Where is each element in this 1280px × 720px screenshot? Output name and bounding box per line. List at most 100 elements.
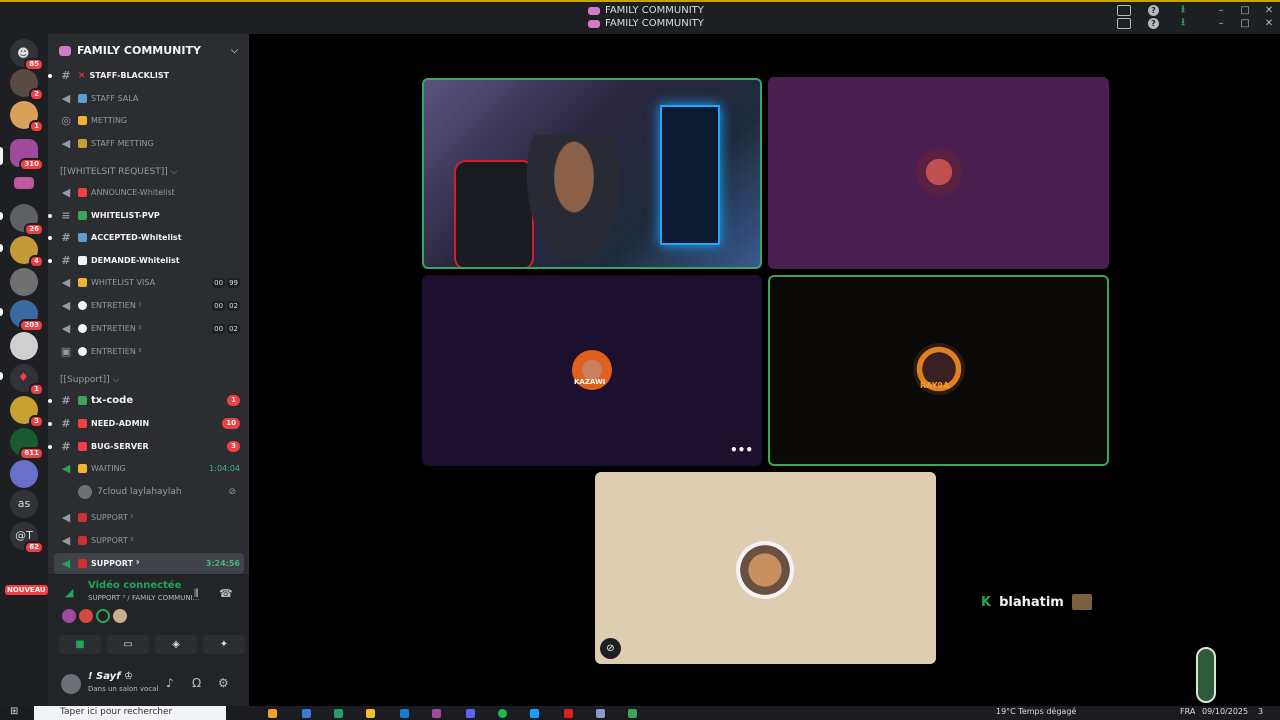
app-icon[interactable]	[302, 709, 311, 718]
app-icon[interactable]	[530, 709, 539, 718]
hidden-participant[interactable]: K blahatim	[981, 594, 1092, 610]
avatar[interactable]	[79, 609, 93, 623]
video-tile-camera[interactable]	[422, 78, 762, 269]
channel-waiting[interactable]: ◀ WAITING 1:04:04	[48, 458, 249, 479]
video-tile-avatar[interactable]: ⊘	[595, 472, 936, 664]
download-icon[interactable]: ⭳	[1176, 17, 1190, 28]
activity-button[interactable]: ◈	[155, 635, 197, 654]
weather[interactable]: 19°C Temps dégagé	[996, 707, 1076, 716]
minimize-icon[interactable]: –	[1214, 18, 1228, 29]
app-icon[interactable]	[432, 709, 441, 718]
app-icon[interactable]	[596, 709, 605, 718]
discord-app-icon[interactable]	[466, 709, 475, 718]
server-icon[interactable]: 203	[10, 300, 44, 332]
voice-location[interactable]: SUPPORT ³ / FAMILY COMMUNI...	[88, 594, 199, 602]
channel-accepted-whitelist[interactable]: # ACCEPTED-Whitelist	[48, 227, 249, 248]
disconnect-icon[interactable]: ☎	[219, 587, 233, 600]
unread-indicator	[0, 308, 3, 316]
server-icon[interactable]: 1	[10, 101, 44, 133]
server-icon-text[interactable]: @T 62	[10, 522, 44, 554]
server-icon[interactable]: 26	[10, 204, 44, 236]
channel-entretien-1[interactable]: ◀ ENTRETIEN ¹ 00 02	[48, 295, 249, 316]
headphones-icon[interactable]: Ω	[192, 676, 201, 690]
channel-need-admin[interactable]: # NEED-ADMIN 10	[48, 413, 249, 434]
avatar[interactable]	[113, 609, 127, 623]
channel-entretien-2[interactable]: ◀ ENTRETIEN ² 00 02	[48, 318, 249, 339]
server-icon[interactable]: 3	[10, 396, 44, 428]
maximize-icon[interactable]: □	[1238, 18, 1252, 29]
date[interactable]: 09/10/2025	[1202, 707, 1248, 716]
category-support[interactable]: [[Support]] ⌵	[60, 375, 119, 385]
video-tile-avatar-speaking[interactable]: RAY9A	[768, 275, 1109, 466]
home-button[interactable]: ☻ 85	[10, 39, 44, 71]
soundboard-button[interactable]: ✦	[203, 635, 245, 654]
server-icon[interactable]: 4	[10, 236, 44, 268]
server-icon[interactable]	[10, 460, 38, 488]
taskbar-search[interactable]: Taper ici pour rechercher	[34, 706, 226, 720]
channel-support-1[interactable]: ◀ SUPPORT ¹	[48, 507, 249, 528]
language[interactable]: FRA	[1180, 707, 1195, 716]
channel-bug-server[interactable]: # BUG-SERVER 3	[48, 436, 249, 457]
avatar[interactable]	[96, 609, 110, 623]
help-icon[interactable]: ?	[1148, 5, 1159, 16]
voice-member[interactable]: 7cloud laylahaylah ⊘	[78, 483, 248, 501]
minimize-icon[interactable]: –	[1214, 5, 1228, 16]
inbox-icon[interactable]	[1117, 5, 1131, 16]
channel-staff-metting[interactable]: ◀ STAFF METTING	[48, 133, 249, 154]
notification-count[interactable]: 3	[1258, 707, 1263, 716]
server-icon[interactable]: 2	[10, 69, 44, 101]
spotify-app-icon[interactable]	[498, 709, 507, 718]
more-options-icon[interactable]: •••	[730, 443, 753, 457]
channel-name: SUPPORT ²	[91, 536, 134, 545]
maximize-icon[interactable]: □	[1238, 5, 1252, 16]
inbox-icon[interactable]	[1117, 18, 1131, 29]
server-icon[interactable]	[10, 332, 38, 360]
mention-badge: 3	[227, 441, 240, 452]
channel-label: WAITING	[78, 464, 126, 473]
server-icon[interactable]	[10, 268, 38, 296]
video-tile-avatar[interactable]	[768, 77, 1109, 269]
user-avatar[interactable]	[61, 674, 81, 694]
app-icon[interactable]	[400, 709, 409, 718]
video-tile-avatar[interactable]: KAZAWI •••	[422, 275, 762, 466]
channel-whitelist-pvp[interactable]: ≡ WHITELIST-PVP	[48, 205, 249, 226]
chevron-down-icon[interactable]: ⌵	[231, 46, 238, 56]
help-icon[interactable]: ?	[1148, 18, 1159, 29]
channel-support-2[interactable]: ◀ SUPPORT ²	[48, 530, 249, 551]
channel-demande-whitelist[interactable]: # DEMANDE-Whitelist	[48, 250, 249, 271]
app-icon[interactable]	[564, 709, 573, 718]
screen-share-button[interactable]: ▭	[107, 635, 149, 654]
close-icon[interactable]: ✕	[1262, 18, 1276, 29]
server-icon-text[interactable]: as	[10, 490, 38, 518]
start-icon[interactable]: ⊞	[10, 706, 18, 717]
channel-staff-sala[interactable]: ◀ STAFF SALA	[48, 88, 249, 109]
channel-entretien-3[interactable]: ▣ ENTRETIEN ³	[48, 341, 249, 362]
server-icon-selected[interactable]: 310	[10, 139, 44, 171]
avatar[interactable]	[62, 609, 76, 623]
server-icon[interactable]: ♦ 1	[10, 364, 44, 396]
speaker-active-icon: ◀	[61, 557, 71, 570]
channel-announce-whitelist[interactable]: ◀ ANNOUNCE-Whitelist	[48, 182, 249, 203]
voice-status[interactable]: Vidéo connectée	[88, 580, 181, 591]
channel-whitelist-visa[interactable]: ◀ WHITELIST VISA 00 99	[48, 272, 249, 293]
channel-metting[interactable]: ◎ METTING	[48, 110, 249, 131]
app-icon[interactable]	[268, 709, 277, 718]
app-icon[interactable]	[628, 709, 637, 718]
user-name[interactable]: ! Sayf ♔	[88, 671, 133, 682]
gear-icon[interactable]: ⚙	[218, 676, 229, 690]
app-icon[interactable]	[366, 709, 375, 718]
download-icon[interactable]: ⭳	[1176, 4, 1190, 15]
noise-suppression-icon[interactable]: ⫴	[194, 587, 199, 601]
speaker-icon: ◀	[61, 92, 71, 105]
category-whitelist-request[interactable]: [[WHITELSIT REQUEST]] ⌵	[60, 167, 178, 177]
server-header[interactable]: FAMILY COMMUNITY ⌵	[48, 34, 249, 67]
channel-staff-blacklist[interactable]: # ✕ STAFF-BLACKLIST	[48, 65, 249, 86]
app-icon[interactable]	[334, 709, 343, 718]
camera-button[interactable]: ■	[59, 635, 101, 654]
channel-tx-code[interactable]: # tx-code 1	[48, 390, 249, 411]
close-icon[interactable]: ✕	[1262, 5, 1276, 16]
channel-support-3-active[interactable]: ◀ SUPPORT ³ 3:24:56	[54, 553, 244, 574]
server-icon[interactable]	[14, 177, 34, 189]
server-icon[interactable]: 611	[10, 428, 44, 460]
microphone-icon[interactable]: ♪	[166, 676, 174, 690]
